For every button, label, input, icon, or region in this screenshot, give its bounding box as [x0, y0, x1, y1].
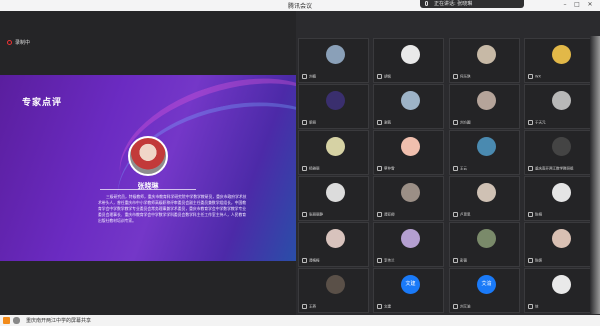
participant-name: WX — [528, 74, 541, 79]
participant-avatar — [477, 183, 496, 202]
participant-tile[interactable]: 于天元 — [524, 84, 595, 129]
participant-tile[interactable]: 重庆南开两江数学教研组 — [524, 130, 595, 175]
participant-avatar — [477, 229, 496, 248]
participant-tile[interactable]: 陈桐 — [524, 176, 595, 221]
participant-name: 王云 — [453, 166, 467, 172]
participant-avatar — [477, 91, 496, 110]
screen-share-label: 重庆南开两江中学的屏幕共享 — [26, 318, 92, 324]
participant-avatar — [552, 137, 571, 156]
participant-avatar — [552, 275, 571, 294]
bottom-bar: 重庆南开两江中学的屏幕共享 — [0, 315, 600, 326]
participant-name: 卢思思 — [453, 212, 471, 218]
participant-avatar — [401, 183, 420, 202]
participant-avatar — [326, 229, 345, 248]
participant-avatar — [552, 45, 571, 64]
participant-tile[interactable]: 谭梅梅 — [298, 222, 369, 267]
mic-icon — [425, 1, 428, 6]
shared-screen: 录制中 专家点评 张晓琳 三级研究员，特级教师，重庆市教育科学研究院中学数学教研… — [0, 11, 296, 315]
minimize-icon[interactable]: – — [560, 0, 570, 10]
participant-name: 张丽丽静 — [302, 212, 323, 218]
speaker-bio: 三级研究员，特级教师，重庆市教育科学研究院中学数学教研员，重庆市政府学术技术带头… — [98, 194, 247, 223]
participant-name: 彭薇 — [453, 258, 467, 264]
participant-avatar — [477, 45, 496, 64]
participant-tile[interactable]: 艾渝刘艾渝 — [449, 268, 520, 313]
participant-tile[interactable]: 彭薇 — [449, 222, 520, 267]
participant-name: 谢茜 — [377, 120, 391, 126]
speaker-photo — [128, 136, 168, 176]
participant-avatar — [326, 275, 345, 294]
participant-name: 刘方圆 — [453, 120, 471, 126]
participant-tile[interactable]: 陈嬿 — [524, 222, 595, 267]
participant-name: 何乐琪 — [453, 74, 471, 80]
participant-name: 蔡仲雪 — [377, 166, 395, 172]
participant-name: 谭梅梅 — [302, 258, 320, 264]
presentation-slide: 专家点评 张晓琳 三级研究员，特级教师，重庆市教育科学研究院中学数学教研员，重庆… — [0, 75, 296, 261]
participant-name: 杨雅丽 — [302, 166, 320, 172]
participant-tile[interactable]: WX — [524, 38, 595, 83]
participant-name: 李伟兰 — [377, 258, 395, 264]
participant-avatar — [552, 183, 571, 202]
participant-tile[interactable]: 王云 — [449, 130, 520, 175]
participant-avatar — [326, 91, 345, 110]
participant-name: 王燕 — [302, 304, 316, 310]
participant-tile[interactable]: 梁丽 — [298, 84, 369, 129]
divider — [100, 189, 196, 190]
participant-tile[interactable]: 刘方圆 — [449, 84, 520, 129]
maximize-icon[interactable]: □ — [572, 0, 582, 10]
slide-heading: 专家点评 — [22, 98, 63, 108]
participant-name: 谭亚卿 — [377, 212, 395, 218]
participant-tile[interactable]: 信 — [524, 268, 595, 313]
record-icon — [7, 40, 12, 45]
participant-tile[interactable]: 胡铭 — [373, 38, 444, 83]
participant-avatar — [552, 91, 571, 110]
close-icon[interactable]: ✕ — [585, 0, 595, 10]
participant-tile[interactable]: 谭亚卿 — [373, 176, 444, 221]
participant-name: 梁丽 — [302, 120, 316, 126]
participant-tile[interactable]: 张丽丽静 — [298, 176, 369, 221]
participant-name: 重庆南开两江数学教研组 — [528, 166, 574, 172]
participant-name: 于天元 — [528, 120, 546, 126]
recording-indicator: 录制中 — [7, 39, 30, 46]
participant-tile[interactable]: 李伟兰 — [373, 222, 444, 267]
scroll-region[interactable] — [590, 36, 600, 314]
participant-avatar: 艾渝 — [477, 275, 496, 294]
participant-name: 陈桐 — [528, 212, 542, 218]
participant-avatar — [326, 183, 345, 202]
participant-avatar — [552, 229, 571, 248]
speaking-label: 正在讲话: 张晓琳 — [434, 1, 473, 7]
mic-icon[interactable] — [13, 317, 20, 324]
participant-avatar — [477, 137, 496, 156]
participant-tile[interactable]: 何乐琪 — [449, 38, 520, 83]
participant-avatar — [326, 45, 345, 64]
participant-tile[interactable]: 杨雅丽 — [298, 130, 369, 175]
participant-avatar — [326, 137, 345, 156]
participant-name: 刘艾渝 — [453, 304, 471, 310]
participant-tile[interactable]: 王燕 — [298, 268, 369, 313]
participant-name: 文建 — [377, 304, 391, 310]
participant-name: 胡铭 — [377, 74, 391, 80]
participant-avatar — [401, 137, 420, 156]
participant-tile[interactable]: 卢思思 — [449, 176, 520, 221]
user-icon[interactable] — [3, 317, 10, 324]
participant-avatar: 文建 — [401, 275, 420, 294]
participant-avatar — [401, 229, 420, 248]
title-bar: 腾讯会议 正在讲话: 张晓琳 – □ ✕ — [0, 0, 600, 11]
participant-name: 陈嬿 — [528, 258, 542, 264]
participant-tile[interactable]: 谢茜 — [373, 84, 444, 129]
participant-tile[interactable]: 刘楠 — [298, 38, 369, 83]
participant-avatar — [401, 91, 420, 110]
speaking-indicator: 正在讲话: 张晓琳 — [420, 0, 524, 8]
participant-grid: 刘楠 胡铭 何乐琪 WX 梁丽 谢茜 刘方圆 于天元杨雅丽 蔡仲雪 王云 重庆南开两江数学教研组张丽… — [298, 36, 598, 314]
participant-tile[interactable]: 蔡仲雪 — [373, 130, 444, 175]
participant-tile[interactable]: 文建 文建 — [373, 268, 444, 313]
participant-name: 信 — [528, 304, 539, 310]
participant-avatar — [401, 45, 420, 64]
recording-label: 录制中 — [15, 40, 31, 46]
participant-name: 刘楠 — [302, 74, 316, 80]
